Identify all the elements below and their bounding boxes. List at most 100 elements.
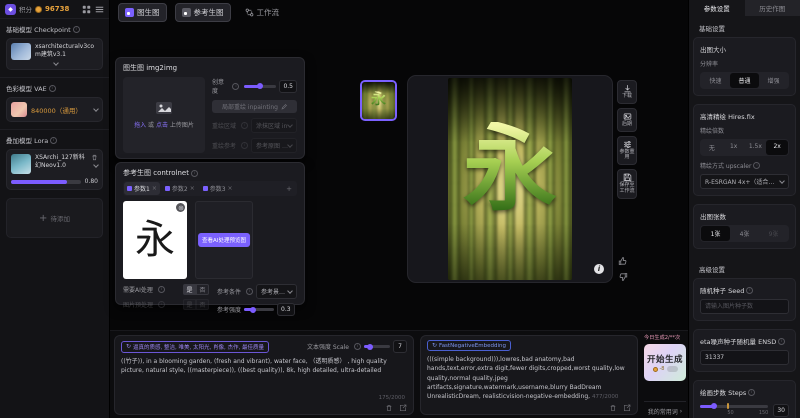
menu-icon[interactable] xyxy=(95,5,104,14)
condition-select[interactable]: 参考景深 dept xyxy=(256,284,297,299)
strength-slider[interactable] xyxy=(244,308,274,311)
resolution-normal[interactable]: 普通 xyxy=(730,73,759,88)
generated-image[interactable]: 永 xyxy=(448,78,572,280)
seed-label: 随机种子 Seed xyxy=(700,285,744,295)
save-to-workflow-button[interactable]: 保存至工作流 xyxy=(617,169,637,199)
count-1[interactable]: 1张 xyxy=(701,226,730,241)
feedback-buttons xyxy=(618,256,628,282)
inpaint-button[interactable]: 局部重绘 inpainting xyxy=(212,100,297,113)
trash-icon[interactable] xyxy=(385,404,393,412)
close-icon[interactable]: × xyxy=(152,185,157,192)
download-button[interactable]: 下载 xyxy=(617,80,637,104)
hires-fix-card: 高清精绘 Hires.fix 精绘倍数 无 1x 1.5x 2x 精绘方式 up… xyxy=(693,104,796,196)
multiplier-none[interactable]: 无 xyxy=(701,140,723,155)
inpaint-region-label: 重绘区域 xyxy=(212,121,236,130)
export-icon[interactable] xyxy=(623,404,631,412)
no-button[interactable]: 否 xyxy=(196,284,209,295)
multiplier-1x[interactable]: 1x xyxy=(723,140,745,155)
checkpoint-thumbnail xyxy=(11,43,31,60)
plus-icon: + xyxy=(39,213,47,224)
postprocess-button[interactable]: 后期 xyxy=(617,108,637,132)
app-logo-icon[interactable]: ◆ xyxy=(5,4,16,15)
upscaler-select[interactable]: R-ESRGAN 4x+（适合多种风 xyxy=(700,174,789,189)
resolution-enhanced[interactable]: 增强 xyxy=(759,73,788,88)
trash-icon[interactable] xyxy=(91,154,98,161)
ensd-input[interactable] xyxy=(700,350,789,365)
generate-button[interactable]: 开始生成 -8 xyxy=(644,344,686,381)
image-info-button[interactable]: i xyxy=(594,264,604,274)
prompt-suggestion-chip[interactable]: 逼真的质感, 整洁, 唯美, 太阳光, 肖像, 杰作, 最佳质量 xyxy=(121,341,269,353)
download-icon xyxy=(623,84,632,93)
strength-label: 参考强度 xyxy=(217,305,241,314)
inpaint-region-select[interactable]: 涂抹区域 in xyxy=(251,118,297,133)
sliders-icon xyxy=(623,140,632,149)
cfg-scale-slider[interactable] xyxy=(364,345,390,348)
steps-slider[interactable] xyxy=(700,405,768,408)
inpaint-reference-select[interactable]: 参考原图 or xyxy=(251,138,297,153)
checkpoint-card[interactable]: xsarchitecturalv3com建筑v3.1 xyxy=(6,38,103,70)
grid-view-icon[interactable] xyxy=(82,5,91,14)
controlnet-tab-3[interactable]: 参数3× xyxy=(200,182,236,195)
inpaint-reference-label: 重绘参考 xyxy=(212,141,236,150)
yes-button[interactable]: 是 xyxy=(183,299,196,310)
thumb-down-icon[interactable] xyxy=(618,272,628,282)
multiplier-2x[interactable]: 2x xyxy=(766,140,788,155)
steps-value[interactable]: 30 xyxy=(773,404,789,417)
vae-label: 色彩模型 VAE xyxy=(6,83,103,93)
denoise-value[interactable]: 0.5 xyxy=(279,80,297,93)
info-icon xyxy=(232,83,239,90)
multiplier-1-5x[interactable]: 1.5x xyxy=(745,140,767,155)
close-icon[interactable]: × xyxy=(228,185,233,192)
export-icon[interactable] xyxy=(399,404,407,412)
controlnet-tabs: 参数1× 参数2× 参数3× + xyxy=(123,181,297,196)
chevron-down-icon[interactable] xyxy=(93,162,99,168)
result-thumbnail[interactable]: 永 xyxy=(360,80,397,121)
count-4[interactable]: 4张 xyxy=(730,226,759,241)
controlnet-source-image[interactable]: 永 xyxy=(123,201,187,279)
info-icon xyxy=(748,389,755,396)
thumb-up-icon[interactable] xyxy=(618,256,628,266)
positive-prompt-input[interactable]: ((竹子)), in a blooming garden, (fresh and… xyxy=(121,357,407,397)
vae-card[interactable]: 840000（通用） xyxy=(6,97,103,122)
tab-history[interactable]: 历史作图 xyxy=(745,0,800,16)
count-9: 9张 xyxy=(759,226,788,241)
batch-count-card: 出图张数 1张 4张 9张 xyxy=(693,204,796,249)
no-button[interactable]: 否 xyxy=(196,299,209,310)
tab-workflow[interactable]: 工作流 xyxy=(239,4,286,21)
denoise-label: 创意度 xyxy=(212,77,227,95)
tab-parameters[interactable]: 参数设置 xyxy=(689,0,745,16)
denoise-slider[interactable] xyxy=(244,85,276,88)
upload-dropzone[interactable]: 拖入 或 点击 上传图片 xyxy=(123,77,205,153)
tab-reference[interactable]: 参考生图 xyxy=(175,3,231,22)
close-icon[interactable]: × xyxy=(190,185,195,192)
add-lora-button[interactable]: + 待添加 xyxy=(6,198,103,238)
lora-weight-slider[interactable] xyxy=(11,180,81,184)
positive-char-counter: 175/2000 xyxy=(379,395,405,401)
negative-embedding-chip[interactable]: FastNegativeEmbedding xyxy=(427,340,511,351)
tab-img2img[interactable]: 图生图 xyxy=(118,3,167,22)
chevron-down-icon[interactable] xyxy=(53,60,59,66)
lora-label: 叠加模型 Lora xyxy=(6,135,103,145)
resolution-fast[interactable]: 快速 xyxy=(701,73,730,88)
cfg-scale-value[interactable]: 7 xyxy=(393,340,407,353)
lora-card[interactable]: XSArchi_127新科幻Neov1.0 0.80 xyxy=(6,149,103,190)
seed-input[interactable] xyxy=(700,299,789,314)
add-unit-button[interactable]: + xyxy=(286,185,292,193)
strength-value[interactable]: 0.3 xyxy=(277,303,295,316)
ai-process-toggle: 是 否 xyxy=(183,284,209,295)
output-size-title: 出图大小 xyxy=(700,44,789,54)
controlnet-tab-1[interactable]: 参数1× xyxy=(124,182,160,195)
negative-prompt-input[interactable]: (((simple background))),lowres,bad anato… xyxy=(427,355,631,401)
gear-icon[interactable] xyxy=(176,203,185,212)
yes-button[interactable]: 是 xyxy=(183,284,196,295)
reuse-params-button[interactable]: 参数重用 xyxy=(617,136,637,166)
info-icon xyxy=(158,301,165,308)
steps-scale-marks: 50 150 xyxy=(700,410,768,417)
sidebar-header: ◆ 积分 96738 xyxy=(0,0,109,19)
my-phrases-link[interactable]: 我的常用词 › xyxy=(644,401,686,416)
chevron-right-icon: › xyxy=(680,408,682,415)
trash-icon[interactable] xyxy=(609,404,617,412)
ai-preview-button[interactable]: 查看AI处理预览图 xyxy=(198,233,250,247)
controlnet-tab-2[interactable]: 参数2× xyxy=(162,182,198,195)
chevron-down-icon[interactable] xyxy=(93,106,99,112)
